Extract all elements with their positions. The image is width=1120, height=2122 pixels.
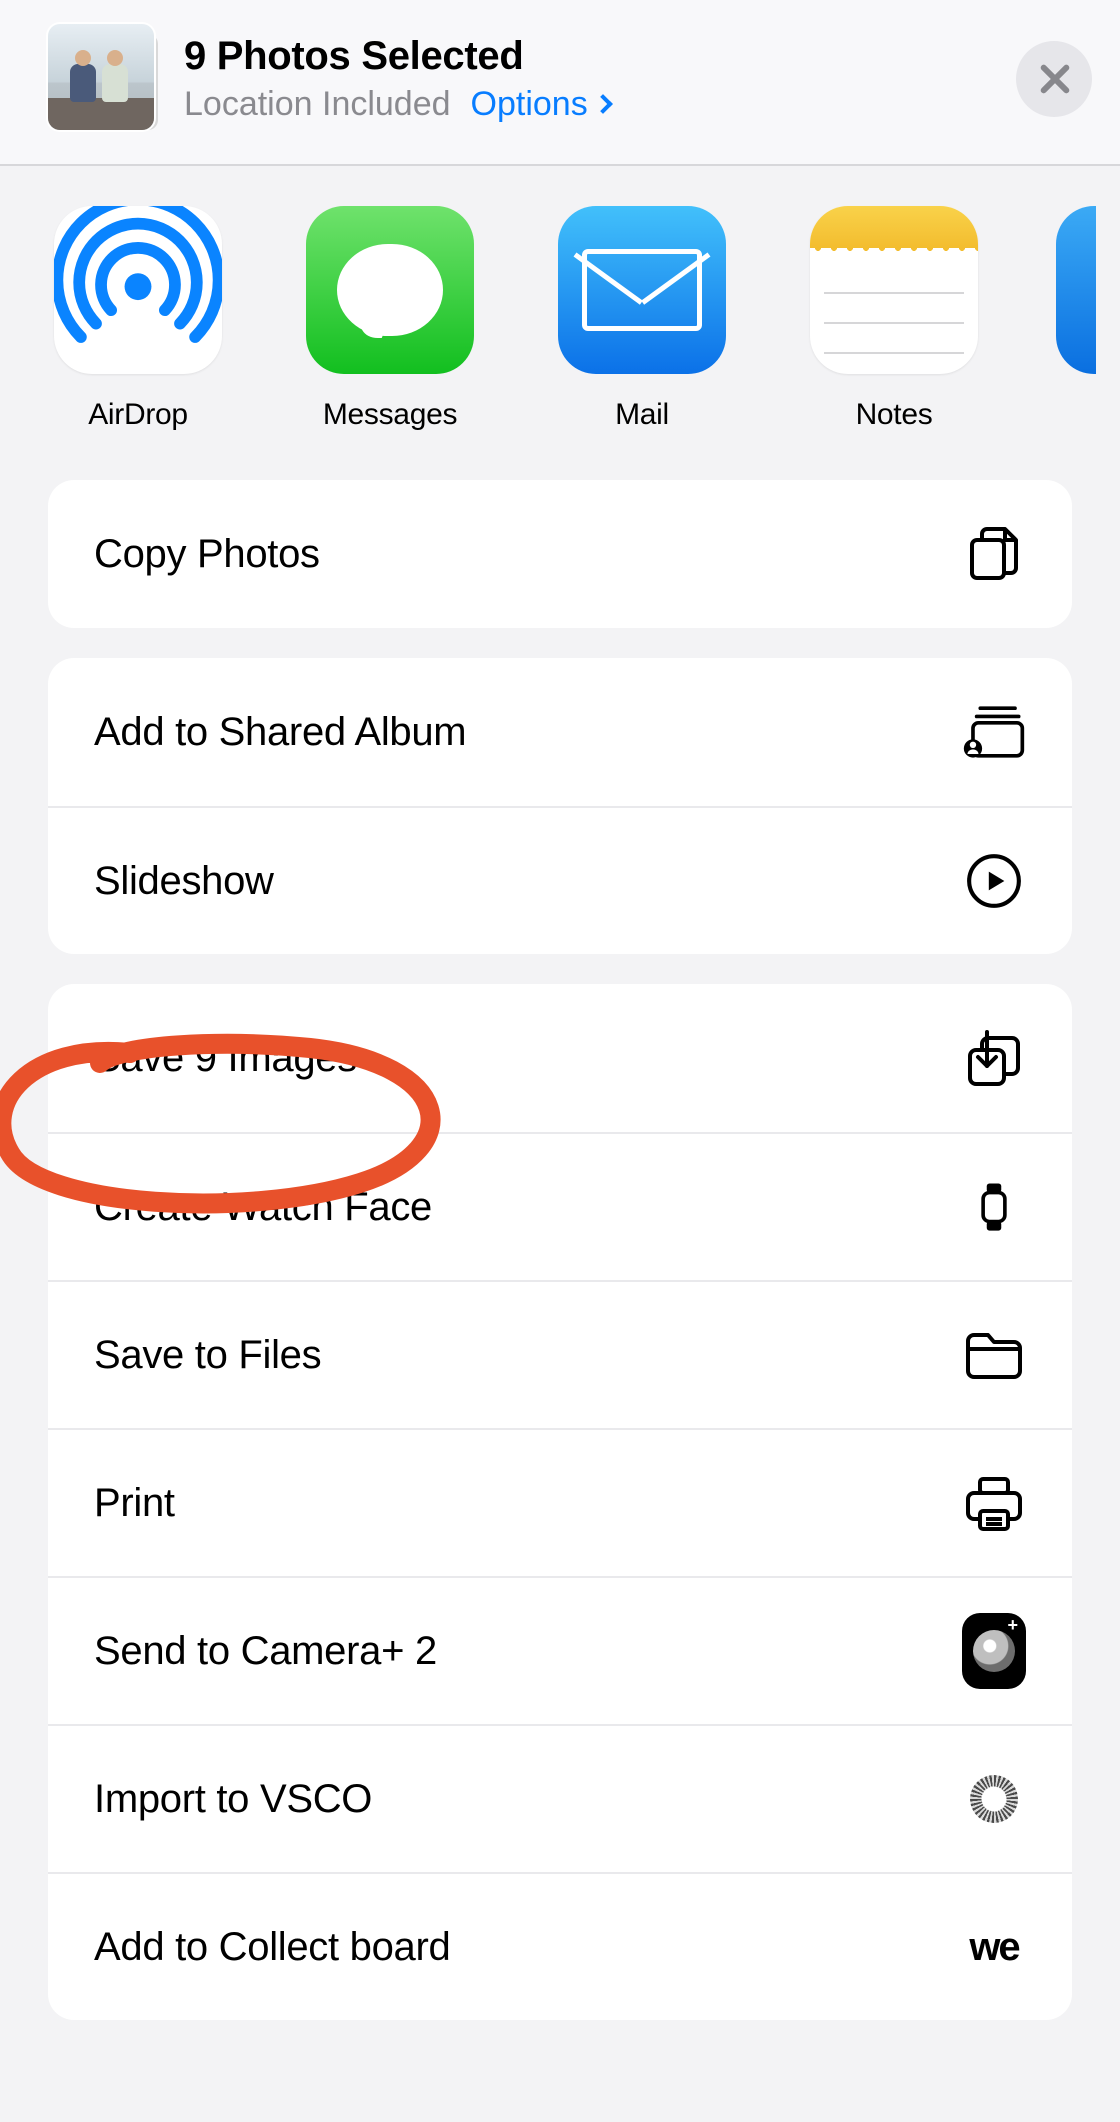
close-icon xyxy=(1037,62,1071,96)
close-button[interactable] xyxy=(1016,41,1092,117)
action-print[interactable]: Print xyxy=(48,1428,1072,1576)
action-label: Import to VSCO xyxy=(94,1777,372,1822)
camera-plus-app-icon xyxy=(962,1619,1026,1683)
action-save-to-files[interactable]: Save to Files xyxy=(48,1280,1072,1428)
shared-album-icon xyxy=(962,700,1026,764)
watch-icon xyxy=(962,1175,1026,1239)
action-label: Save to Files xyxy=(94,1333,321,1378)
chevron-right-icon xyxy=(593,94,613,114)
app-mail[interactable]: Mail xyxy=(552,206,732,432)
app-label: Mail xyxy=(552,398,732,432)
selected-photos-thumbnail xyxy=(48,24,158,134)
action-shared-album[interactable]: Add to Shared Album xyxy=(48,658,1072,806)
action-slideshow[interactable]: Slideshow xyxy=(48,806,1072,954)
app-label: Notes xyxy=(804,398,984,432)
action-label: Save 9 Images xyxy=(94,1036,357,1081)
action-group-3: Save 9 Images Create Watch Face Save to … xyxy=(48,984,1072,2020)
action-group-1: Copy Photos xyxy=(48,480,1072,628)
action-collect-board[interactable]: Add to Collect board we xyxy=(48,1872,1072,2020)
action-label: Add to Shared Album xyxy=(94,710,466,755)
action-label: Copy Photos xyxy=(94,532,320,577)
header-subtitle: Location Included xyxy=(184,85,451,124)
airdrop-icon xyxy=(54,206,222,374)
folder-icon xyxy=(962,1323,1026,1387)
messages-icon xyxy=(306,206,474,374)
download-to-stack-icon xyxy=(962,1026,1026,1090)
action-import-vsco[interactable]: Import to VSCO xyxy=(48,1724,1072,1872)
action-label: Add to Collect board xyxy=(94,1925,450,1970)
mail-icon xyxy=(558,206,726,374)
header-title: 9 Photos Selected xyxy=(184,34,1000,79)
vsco-icon xyxy=(962,1767,1026,1831)
app-label: Messages xyxy=(300,398,480,432)
app-more-peek[interactable] xyxy=(1056,206,1096,432)
share-sheet-header: 9 Photos Selected Location Included Opti… xyxy=(0,0,1120,166)
printer-icon xyxy=(962,1471,1026,1535)
app-label: AirDrop xyxy=(48,398,228,432)
copy-icon xyxy=(962,522,1026,586)
app-notes[interactable]: Notes xyxy=(804,206,984,432)
action-copy-photos[interactable]: Copy Photos xyxy=(48,480,1072,628)
app-airdrop[interactable]: AirDrop xyxy=(48,206,228,432)
action-label: Print xyxy=(94,1481,175,1526)
action-group-2: Add to Shared Album Slideshow xyxy=(48,658,1072,954)
options-button[interactable]: Options xyxy=(471,85,610,124)
notes-icon xyxy=(810,206,978,374)
play-circle-icon xyxy=(962,849,1026,913)
app-messages[interactable]: Messages xyxy=(300,206,480,432)
action-camera-plus-2[interactable]: Send to Camera+ 2 xyxy=(48,1576,1072,1724)
wetransfer-icon: we xyxy=(962,1915,1026,1979)
action-save-images[interactable]: Save 9 Images xyxy=(48,984,1072,1132)
share-apps-row[interactable]: AirDrop Messages Mail Notes xyxy=(0,166,1120,480)
action-label: Slideshow xyxy=(94,859,274,904)
action-label: Create Watch Face xyxy=(94,1185,432,1230)
options-label: Options xyxy=(471,85,588,124)
action-watch-face[interactable]: Create Watch Face xyxy=(48,1132,1072,1280)
action-label: Send to Camera+ 2 xyxy=(94,1629,437,1674)
